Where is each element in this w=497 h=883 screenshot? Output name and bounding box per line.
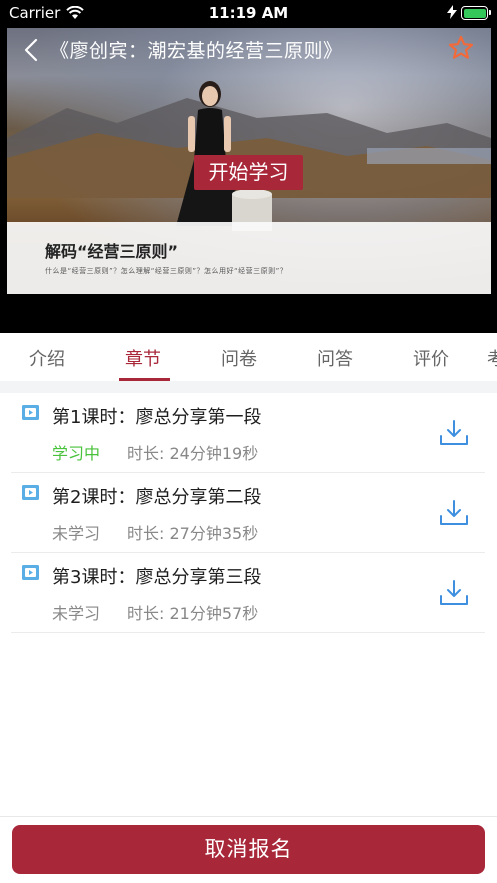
favorite-star-icon[interactable] [447,34,475,62]
lesson-duration: 时长: 27分钟35秒 [127,524,259,543]
download-icon[interactable] [439,499,469,527]
lesson-title: 第1课时：廖总分享第一段 [52,407,262,428]
download-icon[interactable] [439,419,469,447]
woman-figure [176,81,272,231]
navigation-bar: 《廖创宾：潮宏基的经营三原则》 [0,30,497,70]
lesson-status: 未学习 [52,524,101,543]
tab-introduction[interactable]: 介绍 [29,345,65,371]
clock: 11:19 AM [208,4,289,22]
tab-questionnaire[interactable]: 问卷 [221,345,257,371]
video-icon [22,565,39,580]
lesson-duration: 时长: 24分钟19秒 [127,444,259,463]
lesson-duration: 时长: 21分钟57秒 [127,604,259,623]
charging-icon [447,5,457,19]
video-icon [22,405,39,420]
lesson-title: 第3课时：廖总分享第三段 [52,567,262,588]
cover-caption-panel: 解码“经营三原则” 什么是“经营三原则”？怎么理解“经营三原则”？怎么用好“经营… [7,222,491,294]
tab-chapters[interactable]: 章节 [125,345,161,371]
footer-divider [0,816,497,817]
cancel-enrollment-button[interactable]: 取消报名 [12,825,485,874]
lesson-status: 未学习 [52,604,101,623]
lesson-status: 学习中 [52,444,101,463]
status-bar: Carrier 11:19 AM [0,0,497,28]
section-divider [0,381,497,393]
cover-heading: 解码“经营三原则” [45,242,179,261]
start-learning-button[interactable]: 开始学习 [194,155,303,190]
lesson-title: 第2课时：廖总分享第二段 [52,487,262,508]
tab-qa[interactable]: 问答 [317,345,353,371]
tab-exam[interactable]: 考 [487,345,497,371]
page-title: 《廖创宾：潮宏基的经营三原则》 [50,40,343,62]
lesson-item[interactable]: 第2课时：廖总分享第二段 未学习 时长: 27分钟35秒 [11,473,485,553]
lesson-item[interactable]: 第3课时：廖总分享第三段 未学习 时长: 21分钟57秒 [11,553,485,633]
video-icon [22,485,39,500]
cover-subtitle: 什么是“经营三原则”？怎么理解“经营三原则”？怎么用好“经营三原则”？ [45,267,288,275]
section-tabs: 介绍 章节 问卷 问答 评价 考 [0,333,497,381]
download-icon[interactable] [439,579,469,607]
battery-icon [461,6,491,20]
back-arrow-icon[interactable] [18,36,44,64]
course-header: 解码“经营三原则” 什么是“经营三原则”？怎么理解“经营三原则”？怎么用好“经营… [0,0,497,333]
lesson-item[interactable]: 第1课时：廖总分享第一段 学习中 时长: 24分钟19秒 [11,393,485,473]
tab-reviews[interactable]: 评价 [413,345,449,371]
